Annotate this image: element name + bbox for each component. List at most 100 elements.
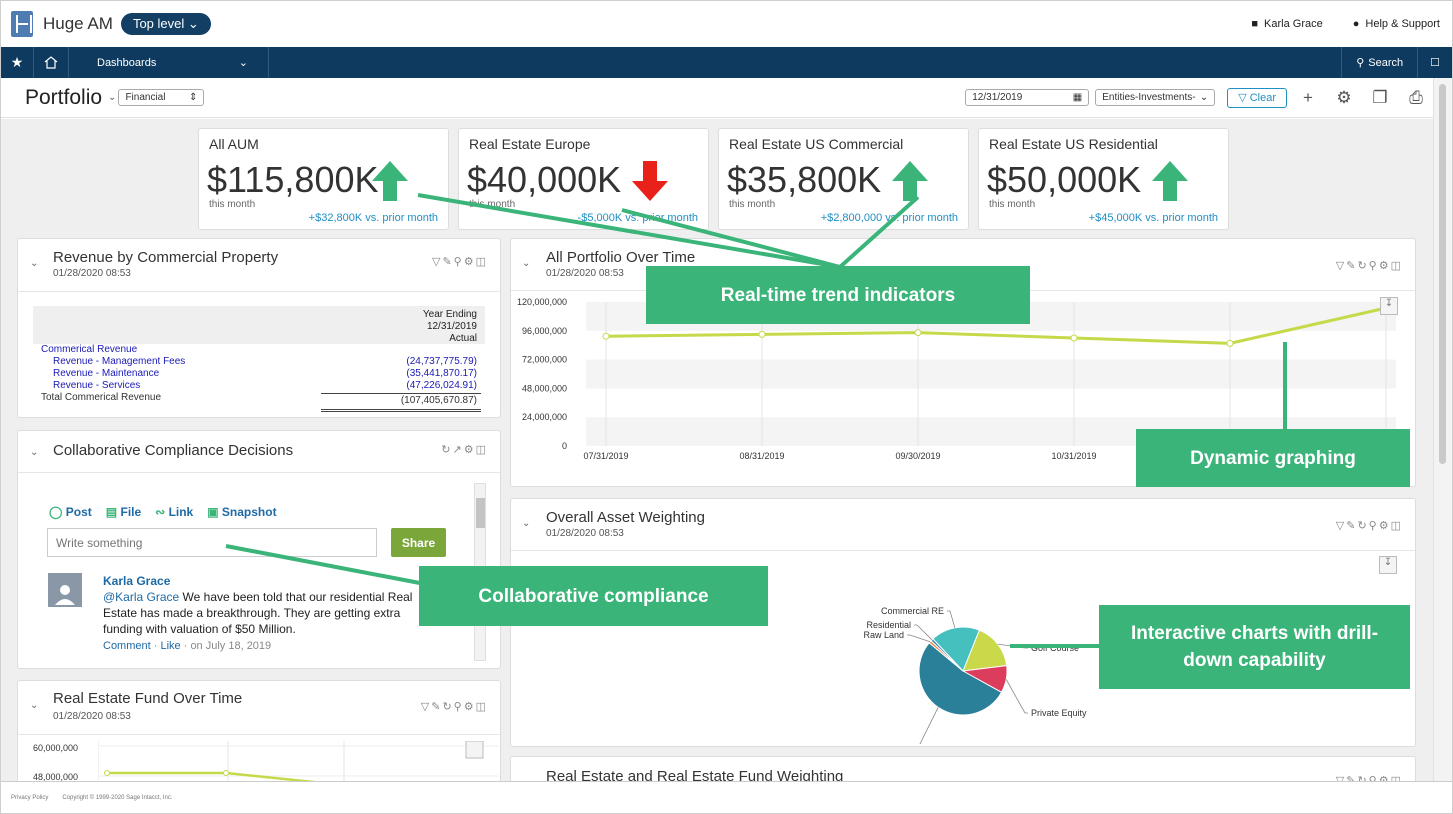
post-author[interactable]: Karla Grace <box>103 574 170 588</box>
panel-toolbar[interactable]: ▽✎↻⚲⚙◫ <box>1336 774 1403 781</box>
filter-icon[interactable]: ▽ <box>1336 260 1346 272</box>
download-icon[interactable]: ↧ <box>1379 556 1397 574</box>
edit-icon[interactable]: ✎ <box>442 256 453 268</box>
home-icon[interactable] <box>34 47 69 78</box>
header-line: 12/31/2019 <box>426 321 477 332</box>
panel-toolbar[interactable]: ▽✎↻⚲⚙◫ <box>1336 519 1403 532</box>
user-menu[interactable]: ■ Karla Grace <box>1251 18 1322 30</box>
search-icon[interactable]: ⚲ <box>454 701 464 713</box>
view-select[interactable]: Financial ⇕ <box>118 89 205 106</box>
print-icon[interactable]: ⎙ <box>1401 88 1431 108</box>
chevron-down-icon[interactable]: ⌄ <box>30 447 38 458</box>
user-silhouette-icon <box>55 585 75 605</box>
bookmark-icon[interactable]: ☐ <box>1417 47 1452 78</box>
table-row-label[interactable]: Revenue - Services <box>53 380 140 392</box>
table-row-label[interactable]: Revenue - Maintenance <box>53 368 159 380</box>
panel-title: All Portfolio Over Time <box>546 249 696 266</box>
help-link[interactable]: ● Help & Support <box>1353 18 1440 30</box>
refresh-icon[interactable]: ↻ <box>1357 520 1368 532</box>
gear-icon[interactable]: ⚙ <box>464 701 476 713</box>
share-button[interactable]: Share <box>391 528 446 557</box>
kpi-change: +$45,000K vs. prior month <box>1088 212 1218 224</box>
kpi-value: $115,800K <box>207 159 379 200</box>
download-icon[interactable]: ↧ <box>1380 297 1398 315</box>
filter-icon[interactable]: ▽ <box>421 701 431 713</box>
privacy-link[interactable]: Privacy Policy <box>11 795 48 801</box>
search-icon[interactable]: ⚲ <box>454 256 464 268</box>
refresh-icon[interactable]: ↻ <box>441 444 452 456</box>
kpi-card-re-us-commercial[interactable]: Real Estate US Commercial $35,800K this … <box>718 128 969 230</box>
kpi-subtitle: this month <box>989 199 1036 210</box>
table-row-value[interactable]: (47,226,024.91) <box>406 380 477 392</box>
edit-icon[interactable]: ✎ <box>431 701 442 713</box>
chevron-down-icon[interactable]: ⌄ <box>522 258 530 269</box>
panel-toolbar[interactable]: ▽✎↻⚲⚙◫ <box>421 700 488 713</box>
total-value[interactable]: (107,405,670.87) <box>401 395 477 407</box>
search-icon[interactable]: ⚲ <box>1369 520 1379 532</box>
gear-icon[interactable]: ⚙ <box>1379 260 1391 272</box>
gear-icon[interactable]: ⚙ <box>464 444 476 456</box>
trash-icon[interactable]: ◫ <box>476 444 488 456</box>
search-icon[interactable]: ⚲ <box>1369 260 1379 272</box>
gear-icon[interactable]: ⚙ <box>464 256 476 268</box>
comment-link[interactable]: Comment <box>103 640 151 652</box>
chevron-down-icon[interactable]: ⌄ <box>522 518 530 529</box>
search-button[interactable]: ⚲ Search <box>1341 47 1417 78</box>
refresh-icon[interactable]: ↻ <box>442 701 453 713</box>
entities-select[interactable]: Entities-Investments- ⌄ <box>1095 89 1216 106</box>
edit-icon[interactable]: ✎ <box>1346 520 1357 532</box>
clear-filter-button[interactable]: ▽ Clear <box>1227 87 1287 108</box>
panel-toolbar[interactable]: ▽✎⚲⚙◫ <box>432 255 488 268</box>
trash-icon[interactable]: ◫ <box>1391 260 1403 272</box>
trash-icon[interactable]: ◫ <box>476 701 488 713</box>
chevron-down-icon[interactable]: ⌄ <box>30 258 38 269</box>
post-tabs: ◯ Post ▤ File ∾ Link ▣ Snapshot <box>49 505 277 519</box>
copy-icon[interactable]: ❐ <box>1365 88 1395 108</box>
table-row-value[interactable]: (35,441,870.17) <box>406 368 477 380</box>
chevron-down-icon[interactable]: ⌄ <box>30 700 38 711</box>
entity-level-selector[interactable]: Top level ⌄ <box>120 13 211 35</box>
table-row-value[interactable]: (24,737,775.79) <box>406 356 477 368</box>
kpi-title: Real Estate US Commercial <box>729 136 904 152</box>
group-label[interactable]: Commerical Revenue <box>41 344 137 356</box>
nav-dashboards[interactable]: Dashboards ⌄ <box>69 47 269 78</box>
gear-icon[interactable]: ⚙ <box>1329 88 1359 108</box>
post-input[interactable] <box>47 528 377 557</box>
gear-icon[interactable]: ⚙ <box>1379 520 1391 532</box>
date-field[interactable]: 12/31/2019 ▦ <box>965 89 1090 106</box>
refresh-icon[interactable]: ↻ <box>1357 260 1368 272</box>
panel-toolbar[interactable]: ▽✎↻⚲⚙◫ <box>1336 259 1403 272</box>
callout-trend: Real-time trend indicators <box>646 266 1030 324</box>
kpi-card-re-europe[interactable]: Real Estate Europe $40,000K this month -… <box>458 128 709 230</box>
compliance-panel: ⌄ Collaborative Compliance Decisions ↻↗⚙… <box>17 430 501 669</box>
tab-post[interactable]: ◯ Post <box>49 505 92 519</box>
tab-file[interactable]: ▤ File <box>106 505 141 519</box>
chevron-down-icon[interactable]: ⌄ <box>108 92 116 103</box>
kpi-card-all-aum[interactable]: All AUM $115,800K this month +$32,800K v… <box>198 128 449 230</box>
trash-icon[interactable]: ◫ <box>476 256 488 268</box>
tab-label: File <box>120 505 142 519</box>
file-icon: ▤ <box>105 505 118 519</box>
panel-date: 01/28/2020 08:53 <box>546 268 624 279</box>
kpi-card-re-us-residential[interactable]: Real Estate US Residential $50,000K this… <box>978 128 1229 230</box>
add-icon[interactable]: + <box>1293 88 1323 108</box>
post-mention[interactable]: @Karla Grace <box>103 590 179 604</box>
total-label: Total Commerical Revenue <box>41 392 162 403</box>
fund-panel: ⌄ Real Estate Fund Over Time 01/28/2020 … <box>17 680 501 781</box>
date-value: 12/31/2019 <box>972 92 1023 103</box>
table-row-label[interactable]: Revenue - Management Fees <box>53 356 185 368</box>
page-scrollbar[interactable] <box>1433 78 1452 781</box>
like-link[interactable]: Like <box>160 640 180 652</box>
filter-icon[interactable]: ▽ <box>432 256 442 268</box>
edit-icon[interactable]: ✎ <box>1346 260 1357 272</box>
y-tick-label: 120,000,000 <box>517 297 567 307</box>
tab-link[interactable]: ∾ Link <box>155 505 193 519</box>
external-link-icon[interactable]: ↗ <box>453 444 464 456</box>
data-point <box>758 330 766 338</box>
kpi-subtitle: this month <box>209 199 256 210</box>
trash-icon[interactable]: ◫ <box>1391 520 1403 532</box>
tab-snapshot[interactable]: ▣ Snapshot <box>207 505 276 519</box>
star-icon[interactable]: ★ <box>1 47 34 78</box>
panel-toolbar[interactable]: ↻↗⚙◫ <box>441 443 488 456</box>
filter-icon[interactable]: ▽ <box>1336 520 1346 532</box>
